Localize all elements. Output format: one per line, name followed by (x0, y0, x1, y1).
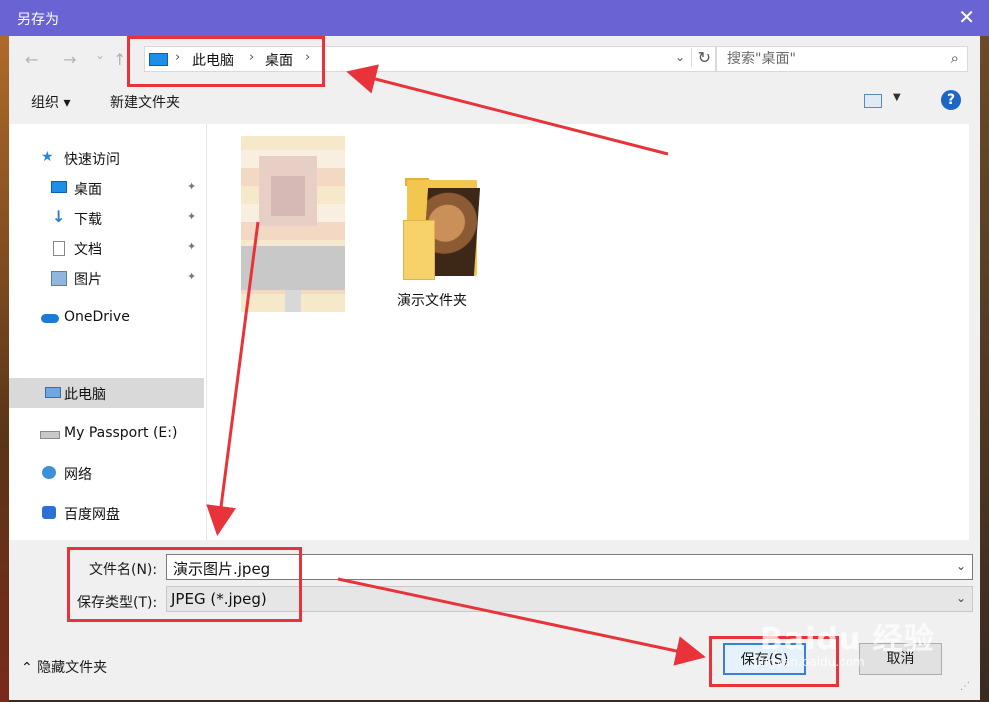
annotation-arrow (346, 64, 669, 156)
annotation-arrow (206, 221, 260, 536)
annotation-arrows (206, 64, 706, 666)
baidu-watermark-url: jingyan.baidu.com (754, 655, 865, 669)
baidu-watermark: Baidu 经验 (760, 622, 935, 657)
annotation-arrow (337, 577, 706, 666)
